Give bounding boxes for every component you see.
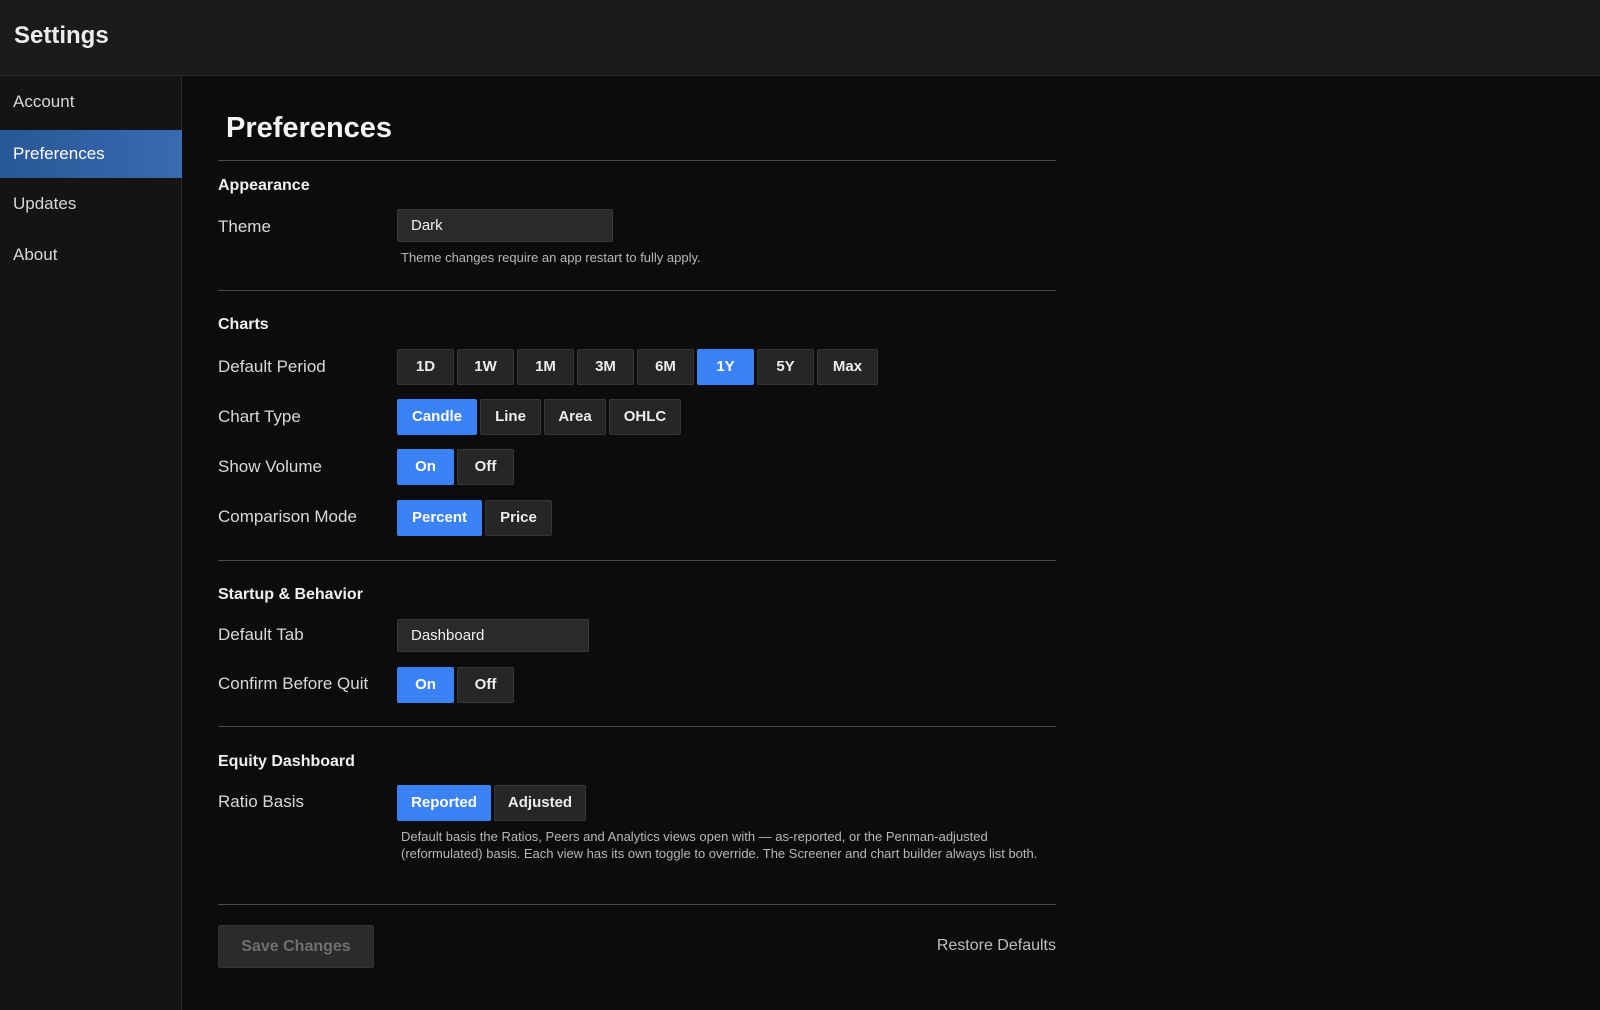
title-bar: Settings [0,0,1600,76]
ratio-basis-segmented: Reported Adjusted [397,785,586,821]
confirm-quit-on[interactable]: On [397,667,454,703]
chart-type-label: Chart Type [218,407,301,426]
preferences-panel: Preferences Appearance Theme Dark Theme … [182,76,1600,1010]
divider [218,160,1056,161]
chart-type-option-line[interactable]: Line [480,399,541,435]
comparison-option-percent[interactable]: Percent [397,500,482,536]
confirm-quit-off[interactable]: Off [457,667,514,703]
chart-type-option-area[interactable]: Area [544,399,606,435]
default-tab-label: Default Tab [218,625,304,644]
divider [218,726,1056,727]
comparison-mode-label: Comparison Mode [218,507,357,526]
show-volume-on[interactable]: On [397,449,454,485]
theme-label: Theme [218,217,271,236]
divider [218,290,1056,291]
chart-type-option-ohlc[interactable]: OHLC [609,399,681,435]
restore-defaults-link[interactable]: Restore Defaults [922,937,1056,955]
section-title-charts: Charts [218,316,269,333]
show-volume-label: Show Volume [218,457,322,476]
theme-select[interactable]: Dark [397,209,613,242]
section-title-startup: Startup & Behavior [218,586,363,603]
comparison-option-price[interactable]: Price [485,500,552,536]
show-volume-off[interactable]: Off [457,449,514,485]
ratio-basis-help-text: Default basis the Ratios, Peers and Anal… [401,829,1038,861]
default-period-segmented: 1D 1W 1M 3M 6M 1Y 5Y Max [397,349,878,385]
ratio-basis-adjusted[interactable]: Adjusted [494,785,586,821]
divider [218,560,1056,561]
sidebar-item-account[interactable]: Account [0,78,182,126]
page-title: Preferences [226,112,393,144]
section-title-equity: Equity Dashboard [218,753,355,770]
theme-help-text: Theme changes require an app restart to … [401,250,701,265]
ratio-basis-reported[interactable]: Reported [397,785,491,821]
section-title-appearance: Appearance [218,177,310,194]
sidebar-item-about[interactable]: About [0,231,182,279]
default-period-label: Default Period [218,357,326,376]
period-option-1m[interactable]: 1M [517,349,574,385]
period-option-1w[interactable]: 1W [457,349,514,385]
confirm-quit-toggle: On Off [397,667,514,703]
sidebar-item-preferences[interactable]: Preferences [0,130,182,178]
confirm-quit-label: Confirm Before Quit [218,674,369,693]
ratio-basis-label: Ratio Basis [218,792,304,811]
sidebar: Account Preferences Updates About [0,76,182,1010]
period-option-1d[interactable]: 1D [397,349,454,385]
chart-type-segmented: Candle Line Area OHLC [397,399,681,435]
period-option-6m[interactable]: 6M [637,349,694,385]
period-option-5y[interactable]: 5Y [757,349,814,385]
save-changes-button[interactable]: Save Changes [218,925,374,968]
default-tab-select[interactable]: Dashboard [397,619,589,652]
divider [218,904,1056,905]
sidebar-item-updates[interactable]: Updates [0,180,182,228]
show-volume-toggle: On Off [397,449,514,485]
window-title: Settings [14,22,109,49]
comparison-mode-segmented: Percent Price [397,500,552,536]
period-option-max[interactable]: Max [817,349,878,385]
period-option-3m[interactable]: 3M [577,349,634,385]
chart-type-option-candle[interactable]: Candle [397,399,477,435]
period-option-1y[interactable]: 1Y [697,349,754,385]
